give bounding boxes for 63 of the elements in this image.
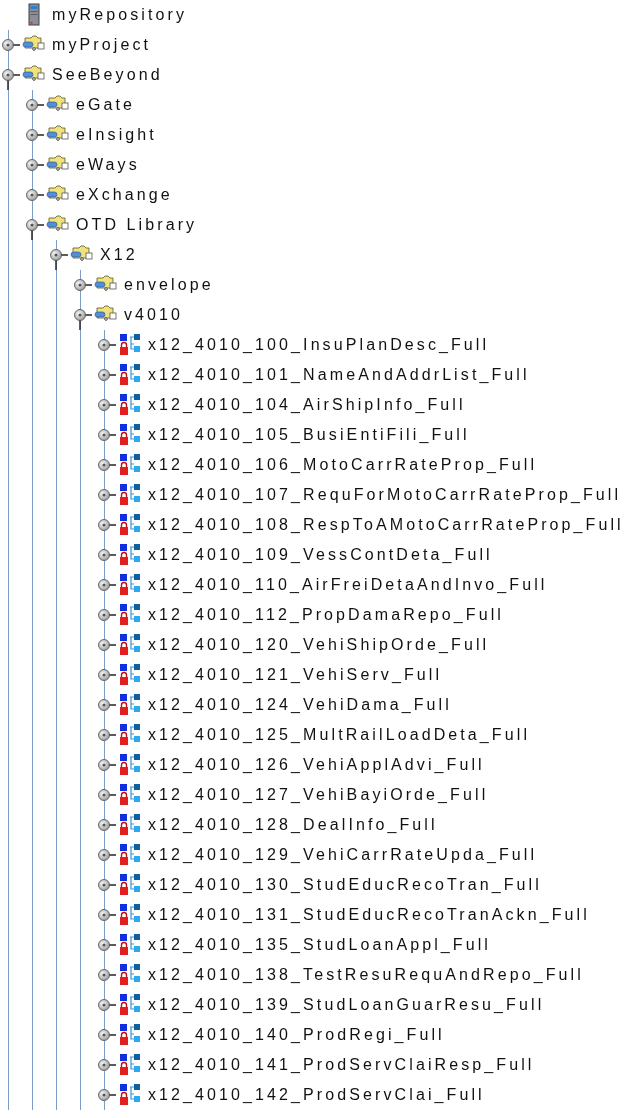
lock-tree-icon xyxy=(118,633,142,657)
tree-item-label[interactable]: x12_4010_138_TestResuRequAndRepo_Full xyxy=(148,966,584,984)
lock-tree-icon xyxy=(118,873,142,897)
tree-item-label[interactable]: x12_4010_131_StudEducRecoTranAckn_Full xyxy=(148,906,590,924)
lock-tree-icon xyxy=(118,543,142,567)
tree-item-label[interactable]: v4010 xyxy=(124,306,184,324)
lock-tree-icon xyxy=(118,663,142,687)
tree-item-label[interactable]: eInsight xyxy=(76,126,157,144)
lock-tree-icon xyxy=(118,1083,142,1107)
tree-item-label[interactable]: eXchange xyxy=(76,186,173,204)
lock-tree-icon xyxy=(118,813,142,837)
lock-tree-icon xyxy=(118,393,142,417)
tree-item-label[interactable]: envelope xyxy=(124,276,214,294)
tree-item-label[interactable]: x12_4010_129_VehiCarrRateUpda_Full xyxy=(148,846,538,864)
tree-item-label[interactable]: x12_4010_104_AirShipInfo_Full xyxy=(148,396,466,414)
lock-tree-icon xyxy=(118,753,142,777)
tree-item-label[interactable]: myProject xyxy=(52,36,152,54)
lock-tree-icon xyxy=(118,903,142,927)
tree-item-label[interactable]: X12 xyxy=(100,246,138,264)
tree-item-label[interactable]: x12_4010_126_VehiApplAdvi_Full xyxy=(148,756,485,774)
lock-tree-icon xyxy=(118,573,142,597)
lock-tree-icon xyxy=(118,363,142,387)
lock-tree-icon xyxy=(118,453,142,477)
tree-item-label[interactable]: x12_4010_112_PropDamaRepo_Full xyxy=(148,606,504,624)
tree-item-label[interactable]: x12_4010_128_DealInfo_Full xyxy=(148,816,438,834)
lock-tree-icon xyxy=(118,843,142,867)
lock-tree-icon xyxy=(118,783,142,807)
tree-item-label[interactable]: x12_4010_135_StudLoanAppl_Full xyxy=(148,936,491,954)
lock-tree-icon xyxy=(118,1023,142,1047)
tree-item-label[interactable]: x12_4010_142_ProdServClai_Full xyxy=(148,1086,485,1104)
tree-item-label[interactable]: x12_4010_125_MultRailLoadDeta_Full xyxy=(148,726,531,744)
lock-tree-icon xyxy=(118,963,142,987)
lock-tree-icon xyxy=(118,723,142,747)
tree-item-label[interactable]: x12_4010_130_StudEducRecoTran_Full xyxy=(148,876,542,894)
lock-tree-icon xyxy=(118,513,142,537)
tree-item-label[interactable]: eGate xyxy=(76,96,136,114)
tree-item-label[interactable]: x12_4010_139_StudLoanGuarResu_Full xyxy=(148,996,545,1014)
tree-item-label[interactable]: x12_4010_124_VehiDama_Full xyxy=(148,696,452,714)
lock-tree-icon xyxy=(118,1053,142,1077)
tree-item-label[interactable]: x12_4010_100_InsuPlanDesc_Full xyxy=(148,336,490,354)
lock-tree-icon xyxy=(118,483,142,507)
tree-item-label[interactable]: x12_4010_140_ProdRegi_Full xyxy=(148,1026,445,1044)
tree-item-label[interactable]: x12_4010_109_VessContDeta_Full xyxy=(148,546,493,564)
tree-item-label[interactable]: x12_4010_107_RequForMotoCarrRateProp_Full xyxy=(148,486,622,504)
tree-item-label[interactable]: x12_4010_106_MotoCarrRateProp_Full xyxy=(148,456,538,474)
tree-item-label[interactable]: x12_4010_141_ProdServClaiResp_Full xyxy=(148,1056,535,1074)
tree-item-label[interactable]: myRepository xyxy=(52,6,187,24)
tree-item-label[interactable]: x12_4010_110_AirFreiDetaAndInvo_Full xyxy=(148,576,548,594)
tree-item-label[interactable]: x12_4010_108_RespToAMotoCarrRateProp_Full xyxy=(148,516,624,534)
lock-tree-icon xyxy=(118,423,142,447)
tree-item-label[interactable]: OTD Library xyxy=(76,216,198,234)
tree-item-label[interactable]: SeeBeyond xyxy=(52,66,163,84)
tree-item-label[interactable]: x12_4010_105_BusiEntiFili_Full xyxy=(148,426,470,444)
lock-tree-icon xyxy=(118,603,142,627)
lock-tree-icon xyxy=(118,993,142,1017)
tree-item-label[interactable]: x12_4010_120_VehiShipOrde_Full xyxy=(148,636,490,654)
tree-item-label[interactable]: x12_4010_101_NameAndAddrList_Full xyxy=(148,366,530,384)
tree-item-label[interactable]: eWays xyxy=(76,156,140,174)
lock-tree-icon xyxy=(118,333,142,357)
lock-tree-icon xyxy=(118,693,142,717)
tree-item-label[interactable]: x12_4010_121_VehiServ_Full xyxy=(148,666,443,684)
tree-item-label[interactable]: x12_4010_127_VehiBayiOrde_Full xyxy=(148,786,489,804)
lock-tree-icon xyxy=(118,933,142,957)
